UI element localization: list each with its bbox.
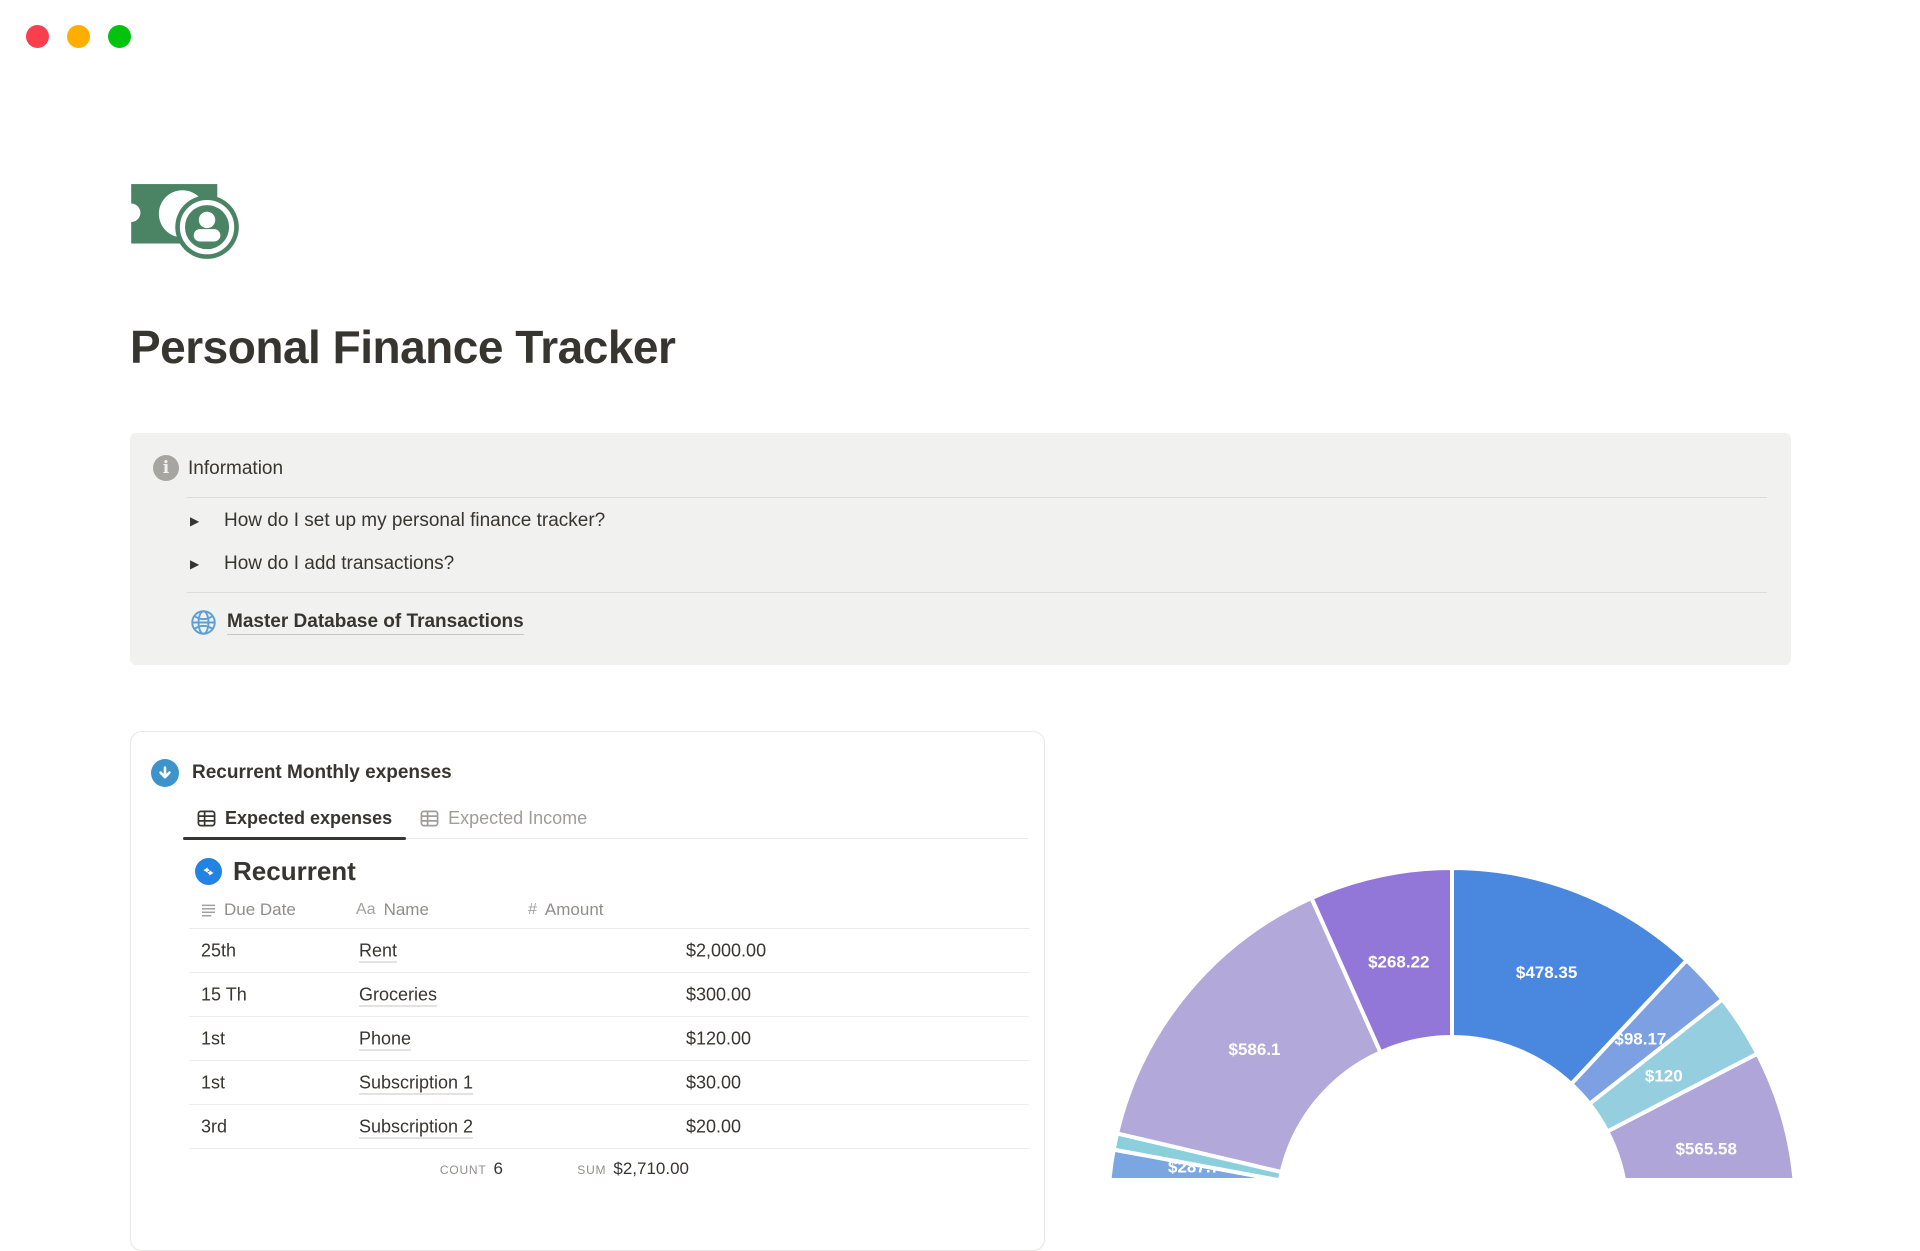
expense-table-body: 25th Rent $2,000.00 15 Th Groceries $300.00 1s… <box>189 929 1029 1149</box>
text-lines-icon <box>201 904 216 917</box>
table-row[interactable]: 1st Phone $120.00 <box>189 1017 1029 1061</box>
column-name[interactable]: Aa Name <box>356 900 429 920</box>
table-view-icon <box>197 810 216 826</box>
close-window-button[interactable] <box>26 25 49 48</box>
number-property-icon: # <box>528 901 537 918</box>
page-title[interactable]: Personal Finance Tracker <box>130 320 676 374</box>
toggle-add-transactions-question[interactable]: ▶ How do I add transactions? <box>190 553 454 575</box>
slice-value-label: $268.22 <box>1368 953 1429 972</box>
amount-cell[interactable]: $2,000.00 <box>686 940 766 961</box>
table-footer: COUNT 6 SUM $2,710.00 <box>189 1149 1029 1189</box>
name-cell[interactable]: Phone <box>359 1028 412 1050</box>
dollar-banknote-icon[interactable] <box>131 181 239 263</box>
amount-cell[interactable]: $30.00 <box>686 1072 741 1093</box>
globe-icon <box>191 610 216 635</box>
toggle-arrow-icon[interactable]: ▶ <box>190 514 204 528</box>
tab-expected-income[interactable]: Expected Income <box>406 798 601 838</box>
sum-calculation[interactable]: SUM $2,710.00 <box>577 1159 689 1179</box>
name-cell[interactable]: Subscription 2 <box>359 1116 474 1138</box>
circle-swap-arrows-icon <box>195 858 222 885</box>
due-date-cell[interactable]: 1st <box>201 1072 225 1093</box>
divider <box>187 497 1767 498</box>
card-title: Recurrent Monthly expenses <box>192 762 452 783</box>
callout-title: Information <box>188 458 284 479</box>
table-header-row: Due Date Aa Name # Amount <box>189 892 1029 929</box>
table-view-icon <box>420 810 439 826</box>
due-date-cell[interactable]: 25th <box>201 940 236 961</box>
window-controls <box>26 25 131 48</box>
title-property-icon: Aa <box>356 901 376 918</box>
column-due-date[interactable]: Due Date <box>201 900 296 920</box>
due-date-cell[interactable]: 3rd <box>201 1116 227 1137</box>
amount-cell[interactable]: $20.00 <box>686 1116 741 1137</box>
slice-value-label: $98.17 <box>1614 1030 1666 1049</box>
slice-value-label: $120 <box>1645 1067 1683 1086</box>
table-row[interactable]: 15 Th Groceries $300.00 <box>189 973 1029 1017</box>
information-callout: i Information ▶ How do I set up my perso… <box>130 433 1791 665</box>
table-row[interactable]: 3rd Subscription 2 $20.00 <box>189 1105 1029 1149</box>
amount-cell[interactable]: $300.00 <box>686 984 751 1005</box>
master-database-link[interactable]: Master Database of Transactions <box>190 609 524 636</box>
donut-chart: $478.35$98.17$120$565.58$287.7$30.68$586… <box>1107 865 1797 1178</box>
link-label: Master Database of Transactions <box>227 611 524 635</box>
table-row[interactable]: 25th Rent $2,000.00 <box>189 929 1029 973</box>
column-amount[interactable]: # Amount <box>528 900 604 920</box>
database-title[interactable]: Recurrent <box>233 856 356 887</box>
name-cell[interactable]: Subscription 1 <box>359 1072 474 1094</box>
table-row[interactable]: 1st Subscription 1 $30.00 <box>189 1061 1029 1105</box>
slice-value-label: $478.35 <box>1516 963 1577 982</box>
tab-expected-expenses[interactable]: Expected expenses <box>183 798 407 840</box>
amount-cell[interactable]: $120.00 <box>686 1028 751 1049</box>
circle-down-arrow-icon <box>151 759 179 787</box>
slice-value-label: $586.1 <box>1229 1040 1281 1059</box>
slice-value-label: $565.58 <box>1675 1140 1736 1159</box>
name-cell[interactable]: Groceries <box>359 984 438 1006</box>
name-cell[interactable]: Rent <box>359 940 398 962</box>
minimize-window-button[interactable] <box>67 25 90 48</box>
toggle-setup-question[interactable]: ▶ How do I set up my personal finance tr… <box>190 510 605 532</box>
toggle-arrow-icon[interactable]: ▶ <box>190 557 204 571</box>
due-date-cell[interactable]: 1st <box>201 1028 225 1049</box>
divider <box>187 592 1767 593</box>
info-icon: i <box>153 455 179 481</box>
view-tabs: Expected expenses Expected Income <box>183 798 1028 840</box>
recurrent-expenses-card: Recurrent Monthly expenses Expected expe… <box>130 731 1045 1251</box>
zoom-window-button[interactable] <box>108 25 131 48</box>
due-date-cell[interactable]: 15 Th <box>201 984 247 1005</box>
count-calculation[interactable]: COUNT 6 <box>440 1159 503 1179</box>
